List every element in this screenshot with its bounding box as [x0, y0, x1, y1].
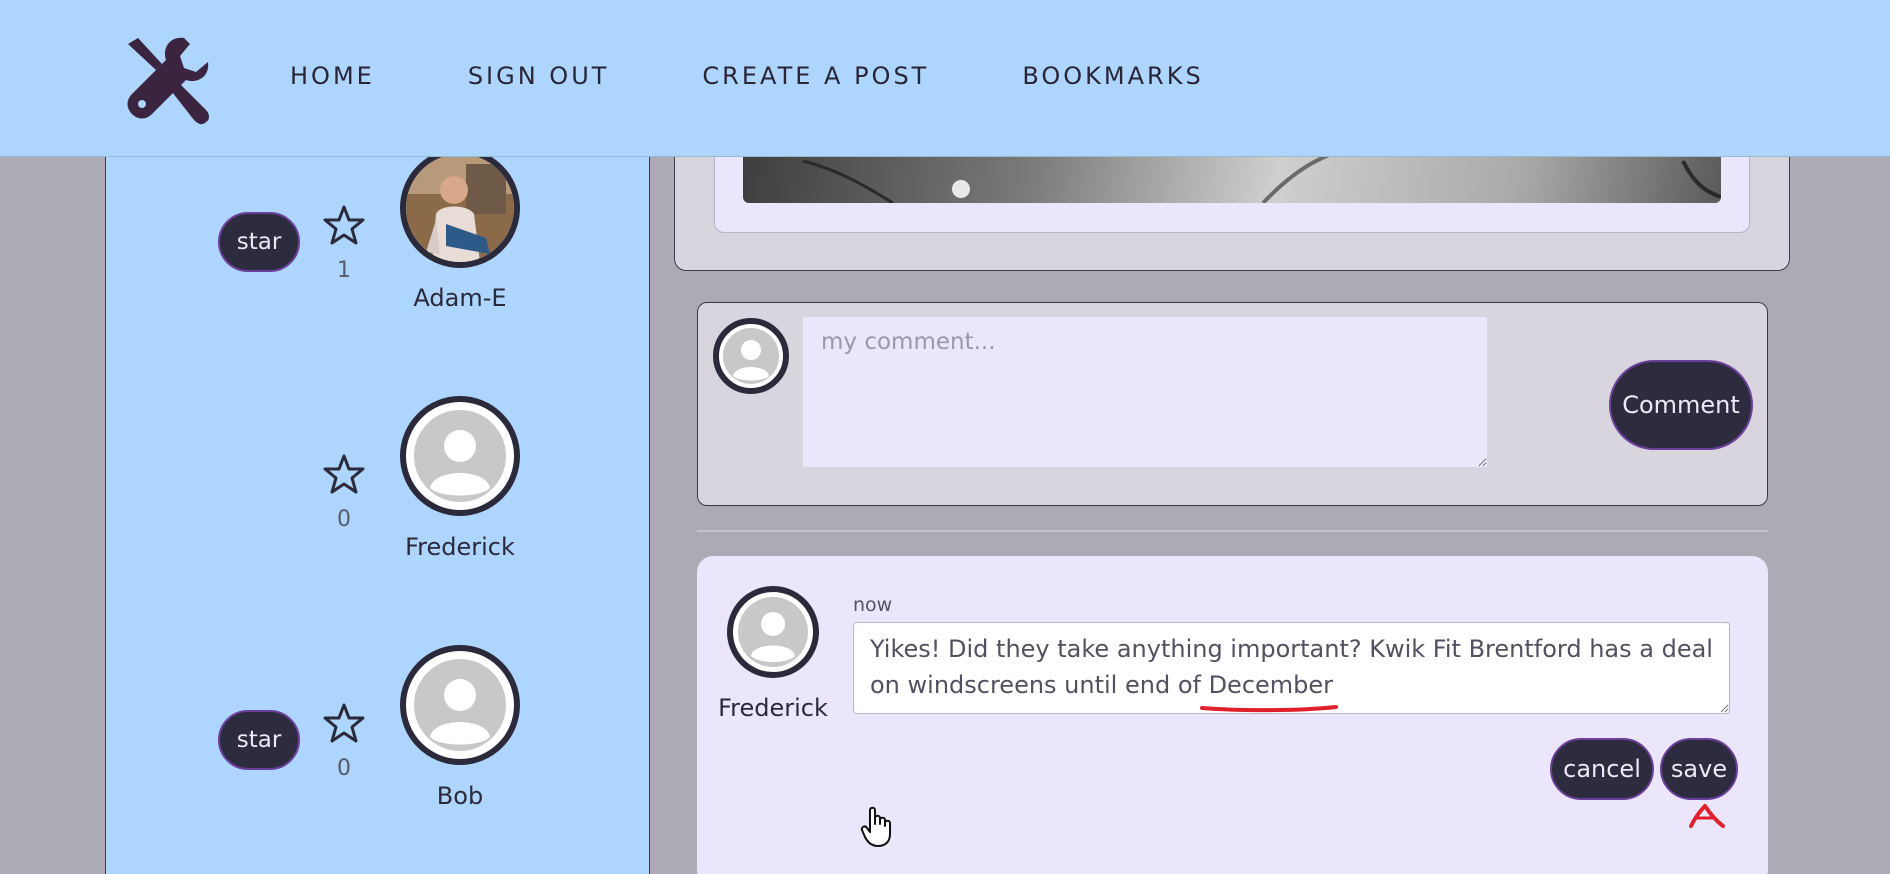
nav-home-link[interactable]: HOME — [290, 62, 375, 90]
profiles-sidebar: star 1 Adam-E 0 Frederick star 0 Bob — [105, 100, 650, 874]
default-avatar-icon — [713, 318, 789, 394]
default-avatar-icon[interactable] — [400, 396, 520, 516]
divider — [697, 530, 1768, 532]
star-count: 0 — [337, 507, 351, 532]
comment-author[interactable]: Frederick — [711, 694, 835, 722]
star-icon[interactable] — [323, 702, 365, 744]
avatar[interactable] — [400, 148, 520, 268]
spellcheck-underline — [1200, 698, 1338, 713]
comment-timestamp: now — [853, 594, 893, 616]
comment-submit-button[interactable]: Comment — [1609, 360, 1753, 450]
annotation-caret-icon — [1687, 802, 1727, 830]
nav-sign-out-link[interactable]: SIGN OUT — [468, 62, 610, 90]
star-button[interactable]: star — [218, 212, 300, 272]
nav-links: HOME SIGN OUT CREATE A POST BOOKMARKS — [290, 62, 1297, 90]
comment-card: Frederick now Yikes! Did they take anyth… — [697, 556, 1768, 874]
navbar: HOME SIGN OUT CREATE A POST BOOKMARKS — [0, 0, 1890, 157]
nav-bookmarks-link[interactable]: BOOKMARKS — [1022, 62, 1203, 90]
star-count: 0 — [337, 756, 351, 781]
star-icon[interactable] — [323, 453, 365, 495]
cancel-button[interactable]: cancel — [1550, 738, 1654, 800]
default-avatar-icon[interactable] — [400, 645, 520, 765]
star-count: 1 — [337, 258, 351, 283]
star-button[interactable]: star — [218, 710, 300, 770]
hand-cursor-icon — [860, 806, 894, 848]
profile-username[interactable]: Frederick — [380, 533, 540, 561]
save-button[interactable]: save — [1660, 738, 1738, 800]
default-avatar-icon[interactable] — [727, 586, 819, 678]
wrench-screwdriver-logo-icon[interactable] — [122, 34, 214, 126]
profile-username[interactable]: Adam-E — [380, 284, 540, 312]
comment-form: Comment — [697, 302, 1768, 506]
nav-create-post-link[interactable]: CREATE A POST — [702, 62, 929, 90]
comment-input[interactable] — [803, 317, 1487, 467]
star-icon[interactable] — [323, 204, 365, 246]
profile-username[interactable]: Bob — [380, 782, 540, 810]
